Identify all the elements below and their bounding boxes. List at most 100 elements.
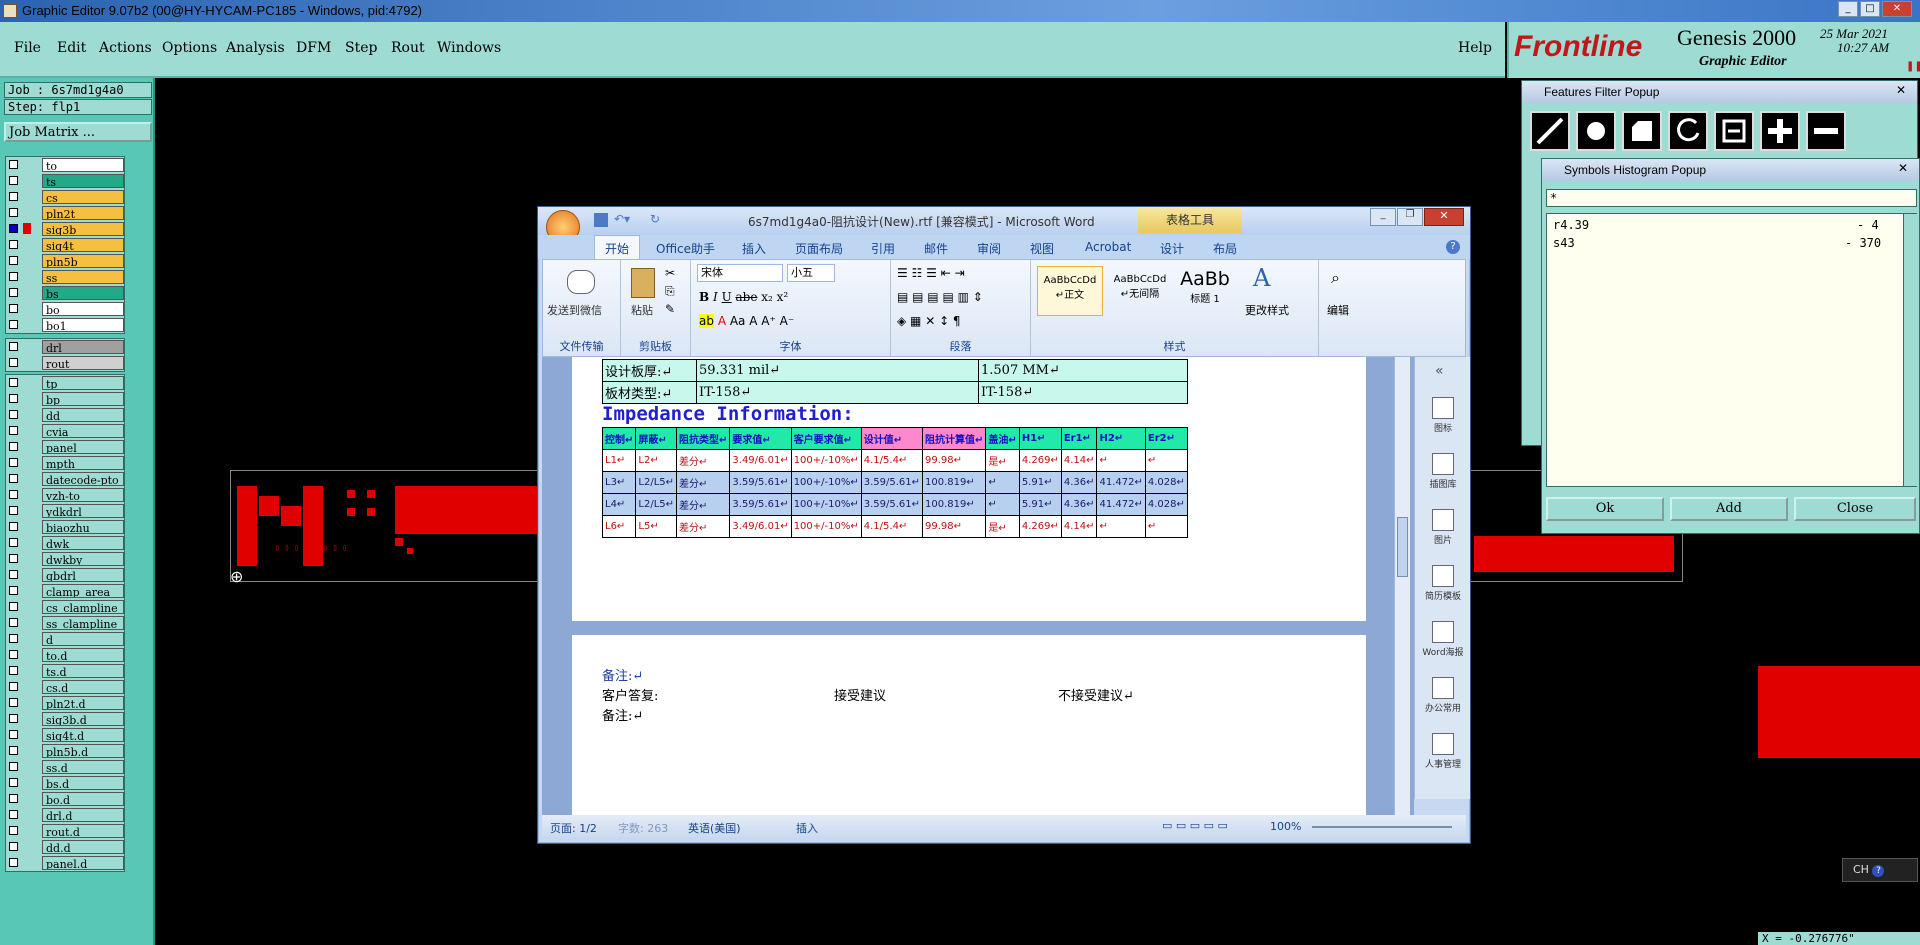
layer-row-sig4t.d[interactable]: sig4t.d	[6, 727, 124, 743]
layer-row-pln5b.d[interactable]: pln5b.d	[6, 743, 124, 759]
menu-help[interactable]: Help	[1458, 40, 1492, 56]
layer-name[interactable]: bp	[42, 392, 124, 406]
layer-name[interactable]: vzh-to	[42, 488, 124, 502]
minimize-button[interactable]: _	[1838, 1, 1858, 17]
font-color-icons[interactable]: ab A Aa A A⁺ A⁻	[699, 314, 794, 328]
layer-name[interactable]: d	[42, 632, 124, 646]
layer-checkbox[interactable]	[9, 176, 18, 185]
layer-affected-marker[interactable]	[23, 585, 31, 596]
layer-checkbox[interactable]	[9, 570, 18, 579]
layer-affected-marker[interactable]	[23, 393, 31, 404]
layer-checkbox[interactable]	[9, 358, 18, 367]
layer-affected-marker[interactable]	[23, 489, 31, 500]
layer-checkbox[interactable]	[9, 794, 18, 803]
layer-row-drl[interactable]: drl	[6, 339, 124, 355]
layer-row-vzh-to[interactable]: vzh-to	[6, 487, 124, 503]
layer-checkbox[interactable]	[9, 666, 18, 675]
paste-label[interactable]: 粘贴	[631, 302, 653, 318]
layer-name[interactable]: cs	[42, 190, 124, 204]
layer-row-sig3b.d[interactable]: sig3b.d	[6, 711, 124, 727]
layer-checkbox[interactable]	[9, 698, 18, 707]
layer-name[interactable]: cs.d	[42, 680, 124, 694]
change-style-button[interactable]: 更改样式	[1245, 302, 1289, 318]
negative-polarity-icon[interactable]	[1806, 111, 1846, 151]
layer-affected-marker[interactable]	[23, 825, 31, 836]
layer-checkbox[interactable]	[9, 522, 18, 531]
layer-row-pln2t.d[interactable]: pln2t.d	[6, 695, 124, 711]
layer-checkbox[interactable]	[9, 730, 18, 739]
view-buttons[interactable]: ▭ ▭ ▭ ▭ ▭	[1162, 819, 1228, 832]
word-close-button[interactable]: ✕	[1424, 208, 1464, 226]
layer-checkbox[interactable]	[9, 634, 18, 643]
symbols-histogram-popup[interactable]: Symbols Histogram Popup ✕ * r4.39 - 4 s4…	[1541, 158, 1920, 534]
zoom-slider[interactable]	[1312, 826, 1452, 828]
layer-row-cs_clampline[interactable]: cs_clampline	[6, 599, 124, 615]
layer-affected-marker[interactable]	[23, 207, 31, 218]
list-item[interactable]: r4.39	[1553, 218, 1589, 232]
layer-name[interactable]: rout	[42, 356, 124, 370]
layer-name[interactable]: panel.d	[42, 856, 124, 870]
layer-row-rout.d[interactable]: rout.d	[6, 823, 124, 839]
list-icons[interactable]: ☰ ☷ ☰ ⇤ ⇥	[897, 266, 965, 280]
layer-checkbox[interactable]	[9, 256, 18, 265]
layer-name[interactable]: dd.d	[42, 840, 124, 854]
layer-name[interactable]: bo	[42, 302, 124, 316]
layer-affected-marker[interactable]	[23, 713, 31, 724]
layer-name[interactable]: dwkby	[42, 552, 124, 566]
layer-name[interactable]: sig3b	[42, 222, 124, 236]
layer-checkbox[interactable]	[9, 778, 18, 787]
layer-name[interactable]: bs	[42, 286, 124, 300]
layer-checkbox[interactable]	[9, 602, 18, 611]
layer-checkbox[interactable]	[9, 288, 18, 297]
menu-step[interactable]: Step	[345, 40, 377, 56]
layer-row-ts[interactable]: ts	[6, 173, 124, 189]
layer-checkbox[interactable]	[9, 842, 18, 851]
layer-checkbox[interactable]	[9, 490, 18, 499]
surface-tool-icon[interactable]	[1622, 111, 1662, 151]
layer-name[interactable]: sig4t.d	[42, 728, 124, 742]
layer-name[interactable]: bo1	[42, 318, 124, 332]
layer-name[interactable]: sig3b.d	[42, 712, 124, 726]
layer-name[interactable]: clamp_area	[42, 584, 124, 598]
cut-icon[interactable]: ✂	[665, 266, 675, 280]
shading-icons[interactable]: ◈ ▦ ✕ ↕ ¶	[897, 314, 961, 328]
symbols-close-icon[interactable]: ✕	[1898, 161, 1908, 175]
language[interactable]: 英语(美国)	[688, 820, 741, 836]
close-button-popup[interactable]: Close	[1794, 497, 1916, 521]
menu-options[interactable]: Options	[162, 40, 217, 56]
vertical-scrollbar[interactable]	[1394, 357, 1410, 815]
layer-name[interactable]: cvia	[42, 424, 124, 438]
layer-checkbox[interactable]	[9, 474, 18, 483]
layer-affected-marker[interactable]	[23, 175, 31, 186]
layer-checkbox[interactable]	[9, 858, 18, 867]
layer-checkbox[interactable]	[9, 208, 18, 217]
layer-affected-marker[interactable]	[23, 255, 31, 266]
layer-checkbox[interactable]	[9, 618, 18, 627]
layer-checkbox[interactable]	[9, 762, 18, 771]
change-style-icon[interactable]: A	[1253, 264, 1270, 292]
layer-affected-marker[interactable]	[23, 223, 31, 234]
layer-name[interactable]: cs_clampline	[42, 600, 124, 614]
layer-checkbox[interactable]	[9, 538, 18, 547]
layer-name[interactable]: gbdrl	[42, 568, 124, 582]
layer-affected-marker[interactable]	[23, 341, 31, 352]
layer-row-to[interactable]: to	[6, 157, 124, 173]
sidebar-pictures[interactable]: 图片	[1421, 509, 1465, 546]
symbol-list[interactable]: r4.39 - 4 s43 - 370	[1546, 213, 1917, 487]
layer-checkbox[interactable]	[9, 342, 18, 351]
undo-icon[interactable]: ↶▾	[614, 212, 630, 226]
layer-checkbox[interactable]	[9, 160, 18, 169]
layer-affected-marker[interactable]	[23, 319, 31, 330]
layer-row-panel.d[interactable]: panel.d	[6, 855, 124, 871]
layer-row-panel[interactable]: panel	[6, 439, 124, 455]
layer-row-bo.d[interactable]: bo.d	[6, 791, 124, 807]
word-count[interactable]: 字数: 263	[618, 820, 668, 836]
layer-name[interactable]: dwk	[42, 536, 124, 550]
layer-checkbox[interactable]	[9, 586, 18, 595]
layer-affected-marker[interactable]	[23, 729, 31, 740]
tab-insert[interactable]: 插入	[742, 240, 766, 257]
menu-windows[interactable]: Windows	[437, 40, 501, 56]
layer-name[interactable]: ydkdrl	[42, 504, 124, 518]
save-icon[interactable]	[594, 213, 608, 227]
tab-view[interactable]: 视图	[1030, 240, 1054, 257]
